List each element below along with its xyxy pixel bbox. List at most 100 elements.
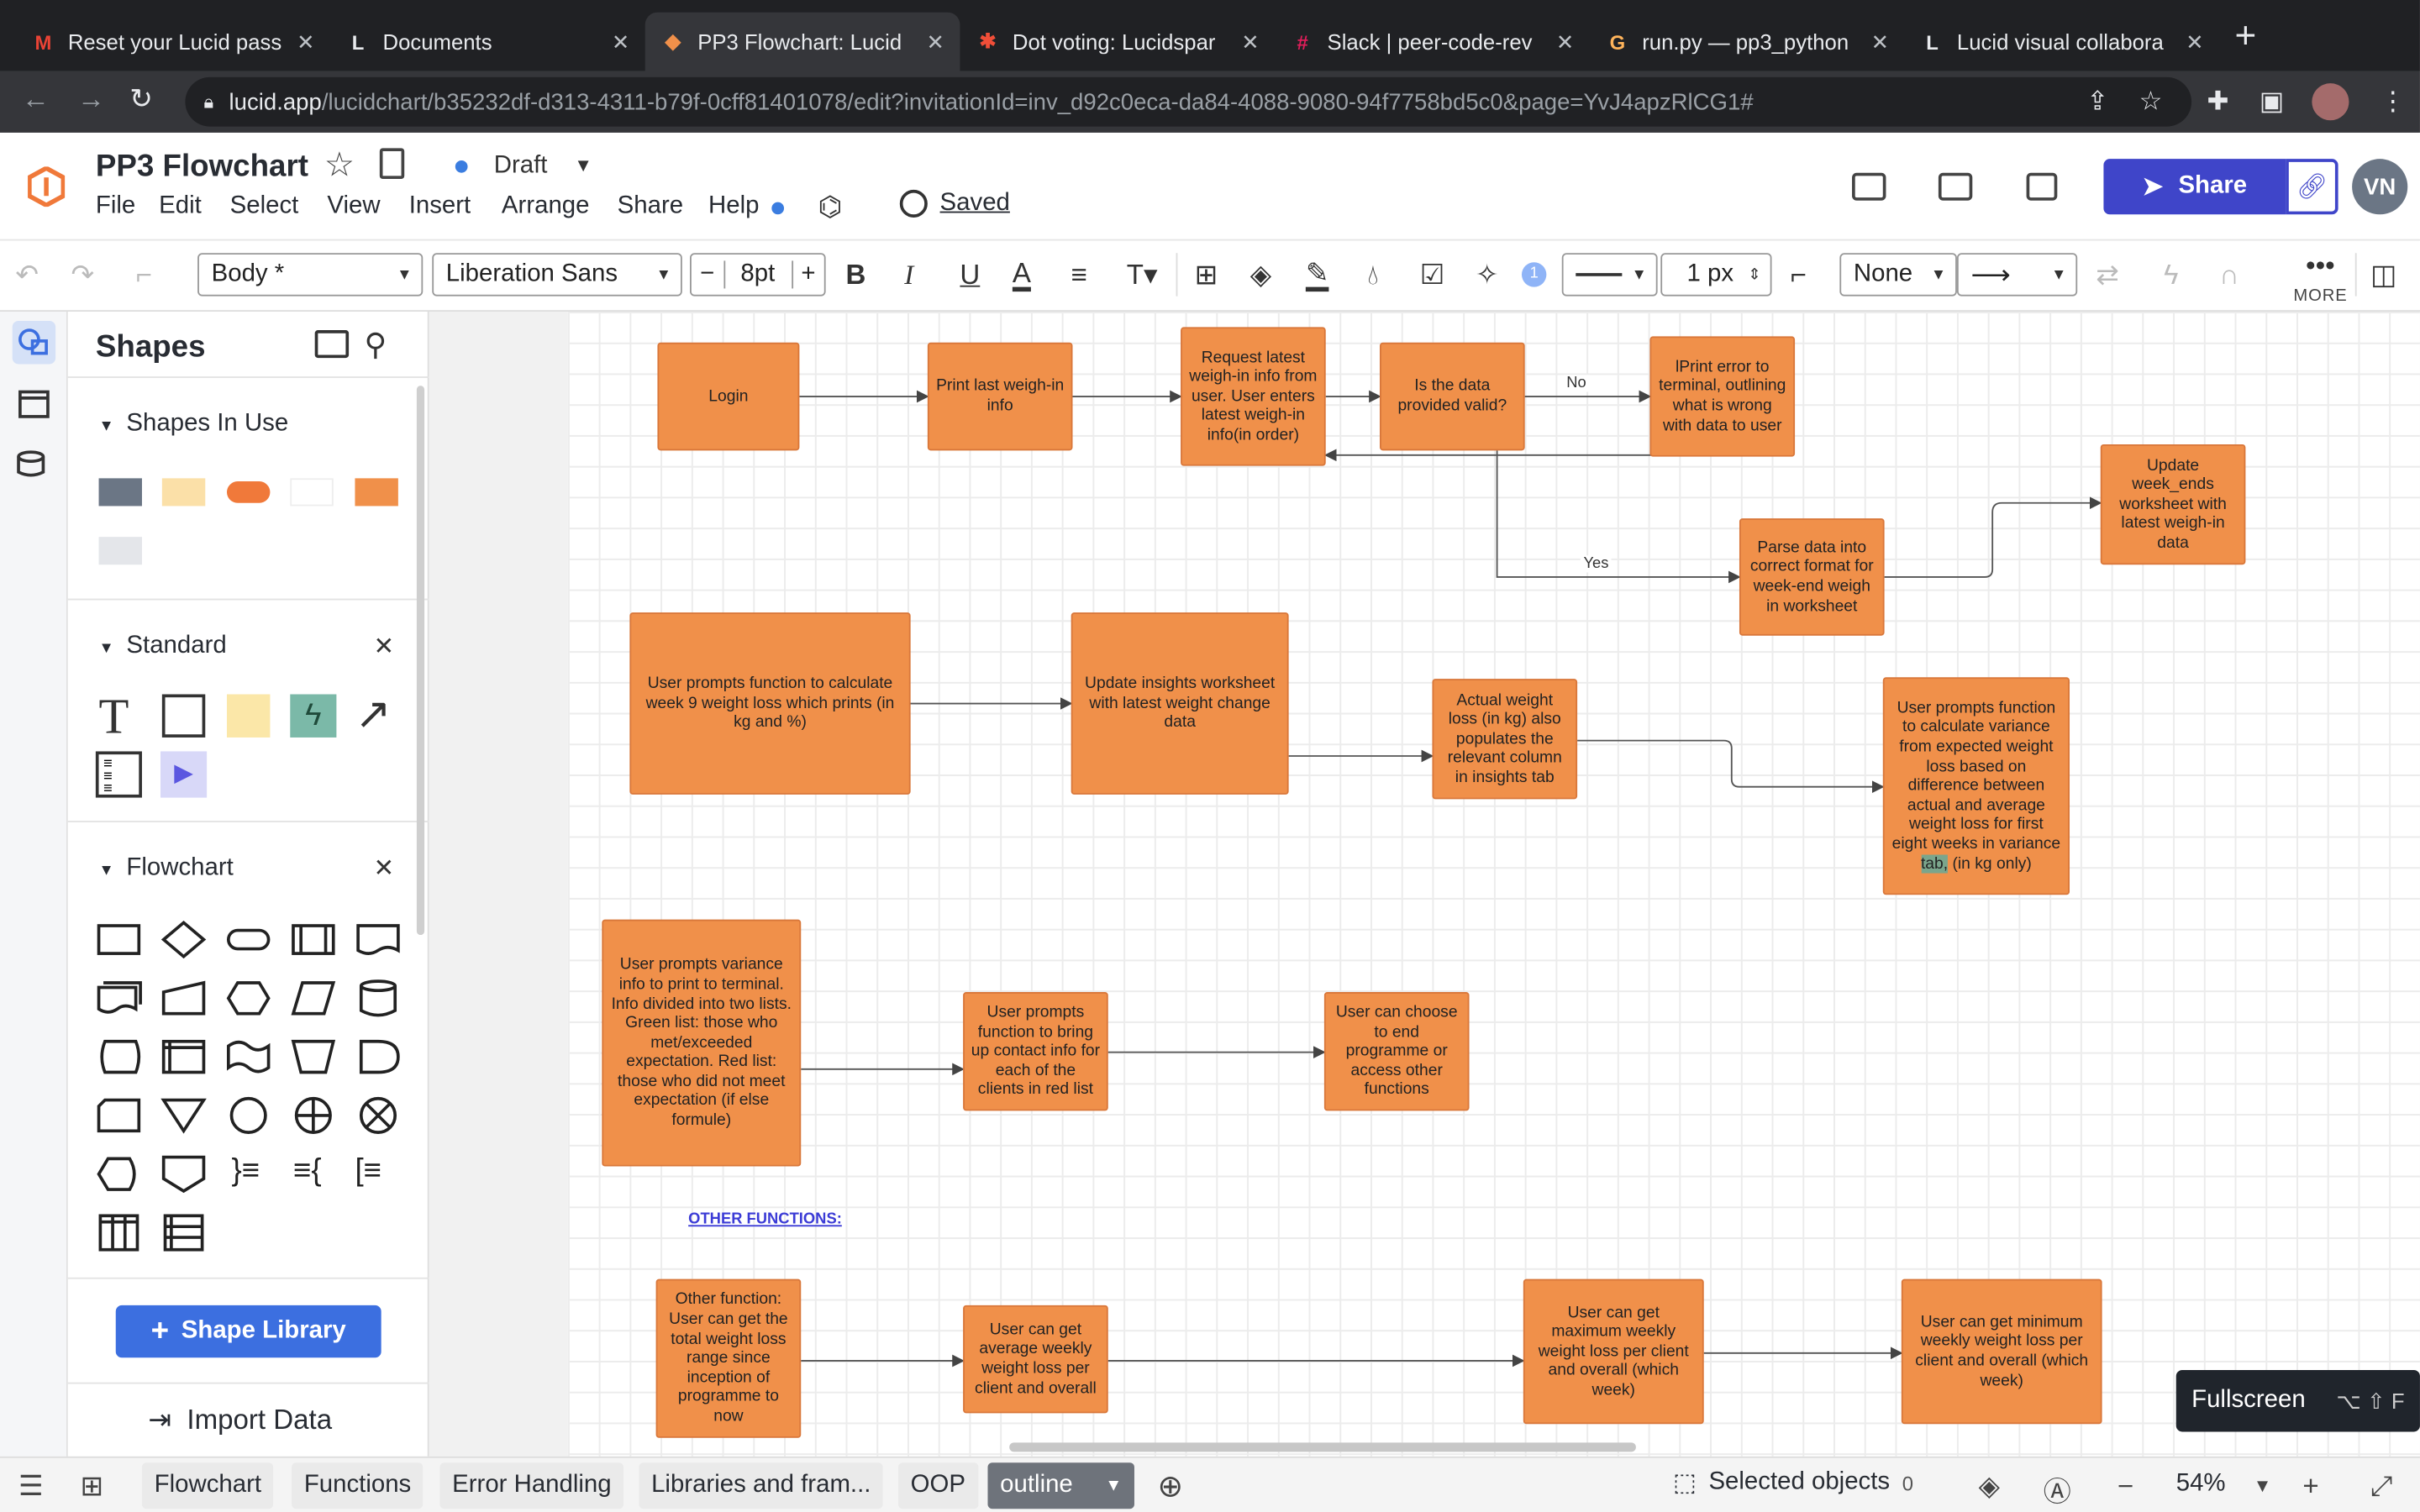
- flow-node-login[interactable]: Login: [657, 342, 800, 451]
- data-panel-icon[interactable]: [13, 444, 55, 487]
- database-shape-icon[interactable]: [355, 978, 401, 1018]
- shapes-panel-icon[interactable]: [12, 321, 56, 365]
- forward-icon[interactable]: →: [77, 83, 105, 116]
- merge-shape-icon[interactable]: [160, 1095, 207, 1136]
- sidepanel-icon[interactable]: ▣: [2260, 87, 2285, 118]
- decision-shape-icon[interactable]: [160, 920, 207, 960]
- line-color-icon[interactable]: ✎: [1305, 260, 1329, 292]
- share-button[interactable]: ➤ Share: [2103, 159, 2286, 215]
- multiple-documents-shape-icon[interactable]: [96, 978, 142, 1018]
- back-icon[interactable]: ←: [22, 83, 50, 116]
- layers-icon[interactable]: ◈: [1979, 1470, 2000, 1503]
- url-field[interactable]: 🔒︎ lucid.app/lucidchart/b35232df-d313-43…: [185, 76, 2192, 127]
- line-shape-icon[interactable]: ⌐: [1791, 260, 1807, 292]
- delay-shape-icon[interactable]: [355, 1037, 401, 1077]
- panel-scrollbar[interactable]: [416, 386, 425, 936]
- flow-node-total-loss[interactable]: Other function: User can get the total w…: [655, 1278, 802, 1438]
- copy-link-button[interactable]: 🔗︎: [2286, 159, 2338, 215]
- preparation-shape-icon[interactable]: [225, 978, 271, 1018]
- flow-node-variance-print[interactable]: User prompts variance info to print to t…: [602, 919, 802, 1167]
- manual-operation-shape-icon[interactable]: [290, 1037, 336, 1077]
- draft-status[interactable]: Draft: [494, 153, 548, 181]
- section-shapes-in-use[interactable]: ▼ Shapes In Use: [99, 411, 289, 438]
- shape-swatch[interactable]: [226, 481, 271, 503]
- fill-color-icon[interactable]: ◈: [1250, 260, 1271, 292]
- off-page-link-shape-icon[interactable]: [160, 1154, 207, 1194]
- flow-node-week9[interactable]: User prompts function to calculate week …: [629, 612, 911, 795]
- close-icon[interactable]: ✕: [1556, 29, 1575, 55]
- close-icon[interactable]: ✕: [297, 29, 315, 55]
- browser-tab-active[interactable]: ◆ PP3 Flowchart: Lucid ✕: [644, 12, 960, 71]
- video-call-icon[interactable]: [2026, 172, 2058, 201]
- video-shape-icon[interactable]: ▶: [160, 751, 208, 798]
- direct-access-storage-shape-icon[interactable]: [96, 1037, 142, 1077]
- predefined-process-shape-icon[interactable]: [290, 920, 336, 960]
- data-shape-icon[interactable]: [290, 978, 336, 1018]
- binoculars-icon[interactable]: ⌬: [818, 192, 842, 224]
- browser-tab[interactable]: ✱ Dot voting: Lucidspar ✕: [960, 13, 1275, 71]
- fullscreen-icon[interactable]: ⤢: [2370, 1470, 2392, 1503]
- edge-label-yes[interactable]: Yes: [1580, 555, 1612, 573]
- page-tab-error-handling[interactable]: Error Handling: [439, 1462, 624, 1509]
- menu-select[interactable]: Select: [230, 193, 299, 221]
- connector-shape-icon[interactable]: [225, 1095, 271, 1136]
- menu-file[interactable]: File: [96, 193, 135, 221]
- document-shape-icon[interactable]: [355, 920, 401, 960]
- close-icon[interactable]: ✕: [2186, 29, 2204, 55]
- arrow-shape-icon[interactable]: ↗: [355, 688, 391, 739]
- page-tab-oop[interactable]: OOP: [897, 1462, 978, 1509]
- shape-swatch[interactable]: [161, 478, 206, 507]
- magnet-icon[interactable]: ∩: [2219, 260, 2239, 292]
- flow-node-print-last[interactable]: Print last weigh-in info: [927, 342, 1073, 451]
- browser-tab[interactable]: G run.py — pp3_python ✕: [1590, 13, 1905, 71]
- font-size-stepper[interactable]: − 8pt +: [690, 253, 826, 297]
- chevron-down-icon[interactable]: ▼: [1105, 1477, 1122, 1495]
- flow-node-end[interactable]: User can choose to end programme or acce…: [1323, 991, 1470, 1111]
- close-icon[interactable]: ✕: [612, 29, 630, 55]
- browser-tab[interactable]: L Lucid visual collabora ✕: [1904, 13, 2219, 71]
- shape-swatch[interactable]: [98, 537, 142, 565]
- document-title[interactable]: PP3 Flowchart: [96, 150, 308, 185]
- arrow-end-dropdown[interactable]: ⟶ ▼: [1956, 253, 2078, 297]
- browser-tab[interactable]: # Slack | peer-code-rev ✕: [1275, 13, 1590, 71]
- align-center-icon[interactable]: ≡: [1071, 260, 1087, 292]
- process-shape-icon[interactable]: [96, 920, 142, 960]
- font-family-dropdown[interactable]: Liberation Sans ▼: [432, 253, 682, 297]
- line-style-dropdown[interactable]: ▼: [1561, 253, 1658, 297]
- flow-node-request[interactable]: Request latest weigh-in info from user. …: [1181, 327, 1326, 466]
- annotation-brace-icon[interactable]: }≡: [232, 1154, 260, 1189]
- section-standard[interactable]: ▼ Standard: [99, 633, 227, 660]
- import-data-button[interactable]: ⇥ Import Data: [148, 1404, 332, 1436]
- close-section-icon[interactable]: ✕: [373, 631, 394, 662]
- undo-icon[interactable]: ↶: [15, 260, 39, 292]
- flow-node-min-loss[interactable]: User can get minimum weekly weight loss …: [1901, 1278, 2102, 1425]
- manual-input-shape-icon[interactable]: [160, 978, 207, 1018]
- swimlane-horizontal-icon[interactable]: [160, 1213, 207, 1253]
- extensions-icon[interactable]: ✚: [2207, 87, 2228, 118]
- user-avatar[interactable]: VN: [2352, 159, 2408, 215]
- close-icon[interactable]: ✕: [927, 29, 945, 55]
- present-icon[interactable]: [1938, 172, 1973, 201]
- opacity-icon[interactable]: 💧︎: [1367, 260, 1378, 292]
- shape-swatch[interactable]: [98, 478, 142, 507]
- menu-edit[interactable]: Edit: [159, 193, 202, 221]
- flow-node-variance-calc[interactable]: User prompts function to calculate varia…: [1882, 677, 2070, 895]
- flow-node-max-loss[interactable]: User can get maximum weekly weight loss …: [1523, 1278, 1704, 1425]
- flow-node-contact[interactable]: User prompts function to bring up contac…: [963, 991, 1108, 1111]
- search-icon[interactable]: ⚲: [364, 326, 387, 365]
- paper-tape-shape-icon[interactable]: [225, 1037, 271, 1077]
- shape-swatch[interactable]: [355, 478, 398, 507]
- shape-swatch[interactable]: [290, 478, 334, 507]
- more-icon[interactable]: •••: [2306, 250, 2335, 283]
- image-search-icon[interactable]: [314, 330, 350, 359]
- diagram-page[interactable]: Login Print last weigh-in info Request l…: [567, 312, 2420, 1457]
- flow-node-insights[interactable]: Update insights worksheet with latest we…: [1071, 612, 1289, 795]
- annotation-bracket-icon[interactable]: [≡: [355, 1154, 381, 1189]
- accessibility-icon[interactable]: Ⓐ: [2044, 1470, 2071, 1510]
- close-section-icon[interactable]: ✕: [373, 853, 394, 885]
- format-painter-icon[interactable]: ⌐: [136, 260, 152, 292]
- page-tab-outline[interactable]: outline ▼: [987, 1462, 1134, 1509]
- bold-icon[interactable]: B: [846, 260, 866, 292]
- swimlane-vertical-icon[interactable]: [96, 1213, 142, 1253]
- flow-node-average-loss[interactable]: User can get average weekly weight loss …: [963, 1305, 1108, 1414]
